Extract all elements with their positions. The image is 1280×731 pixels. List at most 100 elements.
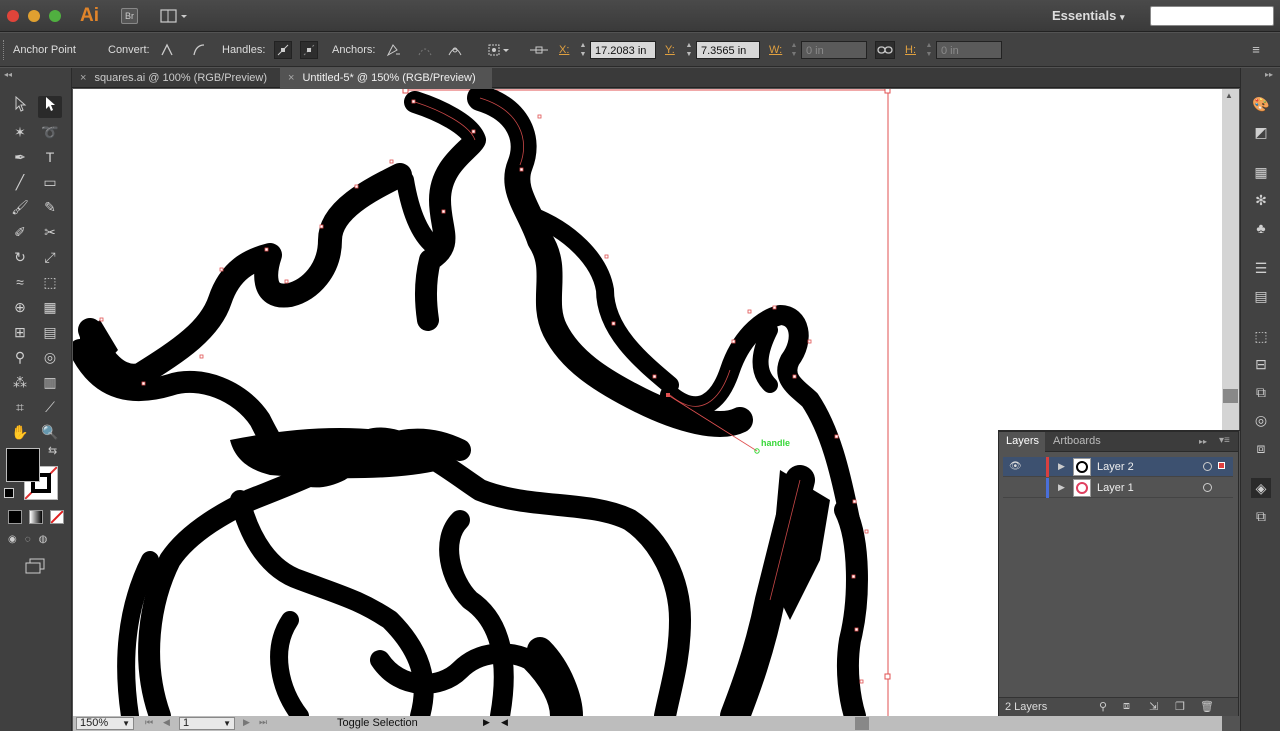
last-artboard-icon[interactable]: ⏭ — [259, 717, 267, 728]
expand-panel-icon[interactable]: ▸▸ — [1199, 437, 1207, 446]
arrange-documents-icon[interactable] — [160, 8, 190, 24]
artboard-tool-icon[interactable]: ⌗ — [8, 396, 32, 418]
w-label[interactable]: W: — [769, 44, 782, 56]
tab-untitled-5[interactable]: × Untitled-5* @ 150% (RGB/Preview) — [280, 68, 492, 88]
show-handles-icon[interactable] — [274, 41, 292, 59]
h-input[interactable]: 0 in — [936, 41, 1002, 59]
pathfinder-icon[interactable]: ⧉ — [1251, 382, 1271, 402]
appearance-icon[interactable]: ◎ — [1251, 410, 1271, 430]
layer-name[interactable]: Layer 1 — [1097, 482, 1134, 494]
rotate-tool-icon[interactable]: ↻ — [8, 246, 32, 268]
panel-menu-icon[interactable]: ≡ — [1247, 41, 1265, 59]
h-stepper[interactable]: ▲ ▼ — [924, 41, 934, 59]
locate-object-icon[interactable]: ⚲ — [1099, 700, 1107, 713]
swatches-icon[interactable]: ▦ — [1251, 162, 1271, 182]
mesh-tool-icon[interactable]: ⊞ — [8, 321, 32, 343]
symbols-icon[interactable]: ♣ — [1251, 218, 1271, 238]
x-stepper[interactable]: ▲ ▼ — [578, 41, 588, 59]
align-panel-icon[interactable]: ⊟ — [1251, 354, 1271, 374]
zoom-select[interactable]: 150% ▼ — [76, 717, 134, 730]
scroll-up-icon[interactable]: ▲ — [1225, 91, 1233, 100]
brushes-icon[interactable]: ✻ — [1251, 190, 1271, 210]
selection-indicator[interactable] — [1218, 462, 1225, 469]
perspective-grid-icon[interactable]: ▦ — [38, 296, 62, 318]
first-artboard-icon[interactable]: ⏮ — [145, 717, 153, 728]
expand-triangle-icon[interactable]: ▶ — [1058, 482, 1065, 493]
target-circle-icon[interactable] — [1203, 462, 1212, 471]
align-anchor-icon[interactable] — [528, 41, 550, 59]
collapse-icon[interactable]: ◂◂ — [4, 70, 12, 79]
status-menu-arrow-icon[interactable]: ▶ — [483, 717, 490, 728]
gradient-mode-icon[interactable] — [29, 510, 43, 524]
x-input[interactable]: 17.2083 in — [590, 41, 656, 59]
workspace-switcher[interactable]: Essentials ▾ — [1052, 8, 1124, 23]
layer-row-layer-2[interactable]: 👁 ▶ Layer 2 — [1003, 457, 1233, 477]
rectangle-tool-icon[interactable]: ▭ — [38, 171, 62, 193]
close-tab-icon[interactable]: × — [288, 72, 294, 84]
artboard-select[interactable]: 1 ▼ — [179, 717, 235, 730]
close-tab-icon[interactable]: × — [80, 72, 86, 84]
zoom-window-button[interactable] — [49, 10, 61, 22]
isolate-icon[interactable] — [486, 41, 512, 59]
warp-tool-icon[interactable]: ≈ — [8, 271, 32, 293]
draw-mode-icons[interactable]: ◉◌◍ — [8, 534, 64, 548]
x-label[interactable]: X: — [559, 44, 569, 56]
type-tool-icon[interactable]: T — [38, 146, 62, 168]
selection-tool-icon[interactable] — [8, 95, 32, 118]
link-icon[interactable] — [875, 41, 895, 59]
convert-corner-icon[interactable] — [158, 41, 176, 59]
convert-smooth-icon[interactable] — [190, 41, 208, 59]
gradient-panel-icon[interactable]: ▤ — [1251, 286, 1271, 306]
pencil-icon[interactable]: ✎ — [38, 196, 62, 218]
y-label[interactable]: Y: — [665, 44, 675, 56]
close-window-button[interactable] — [7, 10, 19, 22]
free-transform-icon[interactable]: ⬚ — [38, 271, 62, 293]
scissors-icon[interactable]: ✂ — [38, 221, 62, 243]
eyedropper-icon[interactable]: ⚲ — [8, 346, 32, 368]
w-input[interactable]: 0 in — [801, 41, 867, 59]
color-panel-icon[interactable]: 🎨 — [1251, 94, 1271, 114]
prev-artboard-icon[interactable]: ◀ — [163, 717, 170, 728]
connect-anchors-icon[interactable] — [416, 41, 434, 59]
horizontal-scroll-thumb[interactable] — [855, 717, 869, 730]
swap-colors-icon[interactable]: ⇆ — [48, 444, 57, 457]
panel-menu-icon[interactable]: ▾≡ — [1219, 435, 1230, 446]
artboards-panel-icon[interactable]: ⧉ — [1251, 506, 1271, 526]
blend-tool-icon[interactable]: ◎ — [38, 346, 62, 368]
color-mode-icon[interactable] — [8, 510, 22, 524]
y-input[interactable]: 7.3565 in — [696, 41, 760, 59]
visibility-eye-icon[interactable]: 👁 — [1009, 461, 1022, 472]
scale-tool-icon[interactable]: ⤢ — [38, 246, 62, 268]
scroll-left-icon[interactable]: ◀ — [501, 717, 508, 728]
h-label[interactable]: H: — [905, 44, 916, 56]
next-artboard-icon[interactable]: ▶ — [243, 717, 250, 728]
layer-row-layer-1[interactable]: ▶ Layer 1 — [1003, 478, 1233, 498]
w-stepper[interactable]: ▲ ▼ — [789, 41, 799, 59]
bridge-button[interactable]: Br — [121, 8, 138, 24]
expand-triangle-icon[interactable]: ▶ — [1058, 461, 1065, 472]
direct-selection-tool-icon[interactable] — [38, 96, 62, 118]
layer-name[interactable]: Layer 2 — [1097, 461, 1134, 473]
minimize-window-button[interactable] — [28, 10, 40, 22]
y-stepper[interactable]: ▲ ▼ — [684, 41, 694, 59]
target-circle-icon[interactable] — [1203, 483, 1212, 492]
slice-tool-icon[interactable]: ⟋ — [38, 396, 62, 418]
gradient-tool-icon[interactable]: ▤ — [38, 321, 62, 343]
trash-icon[interactable]: 🗑 — [1200, 700, 1214, 713]
fill-swatch-front[interactable] — [6, 448, 40, 482]
remove-anchor-icon[interactable] — [384, 41, 402, 59]
zoom-tool-icon[interactable]: 🔍 — [38, 421, 62, 443]
scroll-thumb[interactable] — [1223, 389, 1238, 403]
line-tool-icon[interactable]: ╱ — [8, 171, 32, 193]
graph-tool-icon[interactable]: ▥ — [38, 371, 62, 393]
hide-handles-icon[interactable] — [300, 41, 318, 59]
screen-mode-icon[interactable] — [24, 558, 46, 574]
expand-dock-icon[interactable]: ▸▸ — [1265, 70, 1273, 79]
layers-panel-icon[interactable]: ◈ — [1251, 478, 1271, 498]
lasso-icon[interactable]: ➰ — [38, 121, 62, 143]
magic-wand-icon[interactable]: ✶ — [8, 121, 32, 143]
new-layer-icon[interactable]: ❐ — [1175, 700, 1185, 713]
stroke-panel-icon[interactable]: ☰ — [1251, 258, 1271, 278]
shape-builder-icon[interactable]: ⊕ — [8, 296, 32, 318]
toggle-selection-label[interactable]: Toggle Selection — [337, 717, 418, 729]
